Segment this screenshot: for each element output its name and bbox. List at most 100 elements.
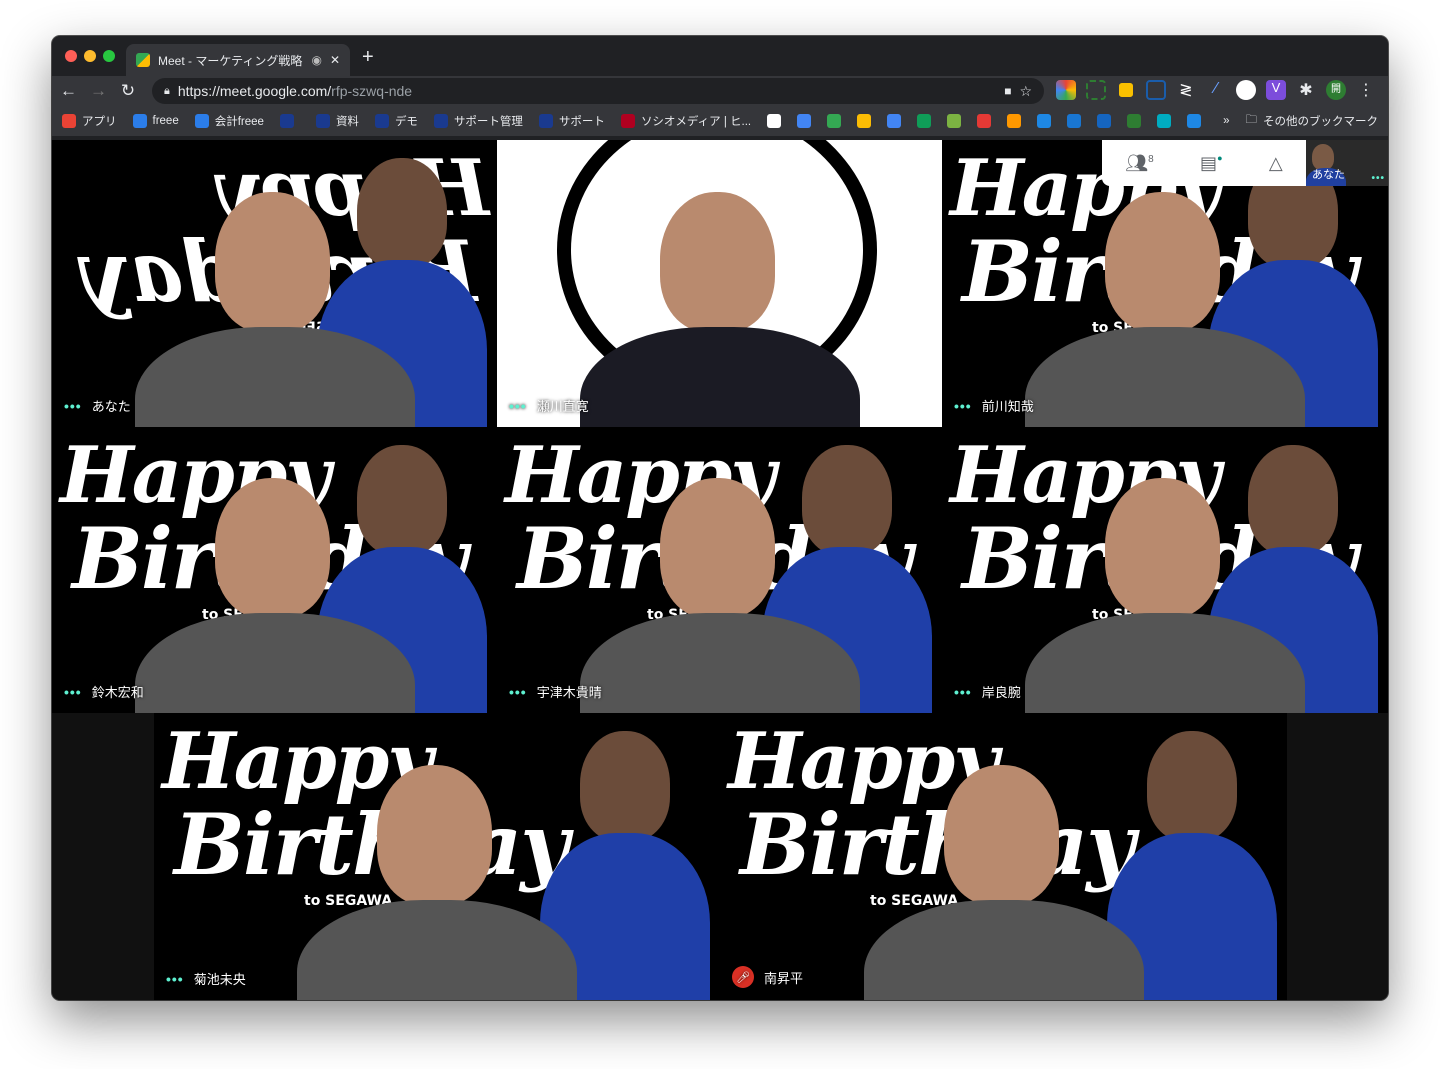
bookmark-label: デモ [394,116,418,128]
close-window-button[interactable] [65,50,77,62]
mic-off-icon: 🎤︎ [732,966,754,988]
bookmark-icon[interactable] [1187,114,1202,128]
bookmark-item[interactable]: ソシオメディア | ヒ... [620,113,752,129]
bookmark-label: 資料 [335,116,359,128]
participants-button[interactable]: 👥︎8 [1125,153,1153,174]
bookmark-label: サポート [558,116,605,128]
self-label: あなた [1312,169,1345,181]
bookmark-favicon-icon [62,114,76,128]
meet-controls: 👥︎8 ▤● △ [1102,140,1306,186]
extension-icon[interactable] [1146,80,1166,100]
extension-icon[interactable] [1056,80,1076,100]
participant-name-label: ••• 岸良腕 [954,682,1021,701]
tab-meet[interactable]: Meet - マーケティング戦略M ◉ ✕ [126,44,350,76]
participant-tile[interactable]: HappyBirthdayto SEGAWA•••あなた [52,140,497,427]
star-icon[interactable]: ☆ [1019,83,1032,100]
bookmark-icon[interactable] [887,114,902,128]
bookmark-item[interactable]: 資料 [315,113,359,129]
chat-button[interactable]: ▤● [1200,153,1222,174]
person [1147,731,1237,841]
participant-tile[interactable]: HappyBirthdayto SEGAWA•••鈴木宏和 [52,427,497,713]
bookmark-item[interactable] [279,114,300,128]
participant-name-label: 🎤︎ 南昇平 [732,966,803,988]
bookmark-icon[interactable] [797,114,812,128]
bookmark-icon[interactable] [1007,114,1022,128]
audio-indicator-icon: ••• [166,970,184,987]
profile-avatar[interactable]: 開 [1326,80,1346,100]
bookmark-favicon-icon [279,114,294,128]
bookmark-item[interactable]: 会計freee [194,113,264,129]
bookmark-favicon-icon [315,114,330,128]
participant-name-label: ••• 菊池未央 [166,969,246,988]
minimize-window-button[interactable] [84,50,96,62]
menu-icon[interactable]: ⋮ [1356,80,1376,100]
more-options-icon[interactable]: ••• [1371,173,1385,184]
bookmark-item[interactable]: アプリ [62,113,117,129]
audio-indicator-icon: ••• [509,683,527,700]
close-tab-icon[interactable]: ✕ [330,53,340,67]
bookmark-icon[interactable] [827,114,842,128]
bookmark-icon[interactable] [1157,114,1172,128]
bookmark-favicon-icon [538,114,553,128]
lock-icon: 🔒︎ [164,84,170,97]
audio-indicator-icon: ••• [954,397,972,414]
extension-icon[interactable]: V [1266,80,1286,100]
puzzle-icon[interactable]: ✱ [1296,80,1316,100]
bookmark-icon[interactable] [977,114,992,128]
tab-bar: Meet - マーケティング戦略M ◉ ✕ + [52,36,1388,76]
bookmarks-overflow-button[interactable]: » [1223,115,1229,127]
person [1105,478,1220,619]
person [1105,191,1220,332]
bookmark-icon[interactable] [767,114,782,128]
bookmarks-bar: アプリ freee 会計freee 資料 デモ サポート管理 サポート ソシオメディア | ヒ… [52,106,1388,138]
participant-tile[interactable]: HappyBirthdayto SEGAWA•••岸良腕 [942,427,1388,713]
bookmark-icon[interactable] [947,114,962,128]
participant-tile[interactable]: Happy Birthday to SEGAWA 🎤︎ 南昇平 [720,713,1287,1000]
participant-name-label: ••• 宇津木貴晴 [509,682,602,701]
other-bookmarks[interactable]: 🗀︎ その他のブックマーク [1246,112,1379,131]
self-view[interactable]: あなた ••• [1306,140,1388,186]
extension-icon[interactable] [1086,80,1106,100]
browser-window: Meet - マーケティング戦略M ◉ ✕ + ← → ↻ 🔒︎ https:/… [52,36,1388,1000]
participant-name-label: ••• 鈴木宏和 [64,682,144,701]
extension-icon[interactable]: ≷ [1176,80,1196,100]
activities-button[interactable]: △ [1269,153,1283,174]
new-tab-button[interactable]: + [362,46,374,69]
bookmark-icon[interactable] [1067,114,1082,128]
bookmark-icon[interactable] [917,114,932,128]
forward-icon[interactable]: → [90,81,107,101]
reload-icon[interactable]: ↻ [120,81,136,101]
bookmark-item[interactable]: サポート管理 [433,113,523,129]
extension-icon[interactable] [1119,83,1133,97]
participant-name-label: ••• 前川知哉 [954,396,1034,415]
url-path: rfp-szwq-nde [331,83,413,99]
person [802,445,892,555]
bookmark-item[interactable]: サポート [538,113,605,129]
person [357,445,447,555]
participant-name: 前川知哉 [981,399,1034,414]
bookmark-icon[interactable] [1037,114,1052,128]
bookmark-favicon-icon [132,114,147,128]
bookmark-icon[interactable] [1127,114,1142,128]
bookmark-item[interactable]: freee [132,114,179,128]
participant-tile[interactable]: Happy Birthday to SEGAWA ••• 菊池未央 [154,713,720,1000]
person [214,191,330,332]
extension-icon[interactable] [1236,80,1256,100]
person [659,478,775,619]
bookmark-label: ソシオメディア | ヒ... [640,116,752,128]
bookmark-label: freee [152,115,179,127]
participant-tile[interactable]: ••• 瀬川直寛 [497,140,942,427]
participant-tile[interactable]: HappyBirthdayto SEGAWA•••宇津木貴晴 [497,427,942,713]
maximize-window-button[interactable] [103,50,115,62]
address-bar[interactable]: 🔒︎ https://meet.google.com/rfp-szwq-nde … [152,78,1044,104]
audio-indicator-icon: ••• [509,397,527,414]
bookmark-favicon-icon [374,114,389,128]
person [580,731,670,841]
bookmark-icon[interactable] [1097,114,1112,128]
extension-icon[interactable]: ⁄ [1206,80,1226,100]
back-icon[interactable]: ← [60,81,77,101]
bookmark-item[interactable]: デモ [374,113,418,129]
bookmark-icon[interactable] [857,114,872,128]
participant-name: あなた [91,399,131,414]
camera-icon[interactable]: ■ [1004,84,1011,98]
